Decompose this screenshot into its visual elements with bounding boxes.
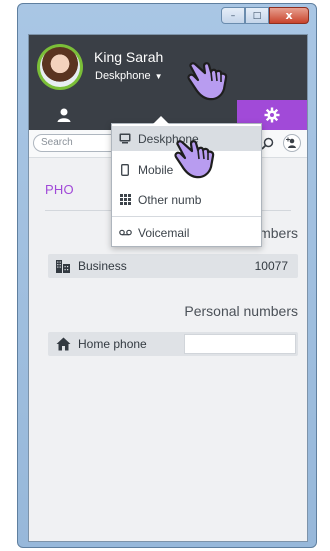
building-icon — [48, 259, 78, 273]
deskphone-icon — [112, 133, 138, 144]
page: – □ x King Sarah Deskphone ▼ Search PHO … — [0, 0, 330, 551]
status-label: Deskphone — [95, 70, 151, 82]
app-client-area: King Sarah Deskphone ▼ Search PHO number… — [28, 34, 308, 542]
home-phone-row: Home phone — [48, 332, 298, 356]
status-selector[interactable]: Deskphone ▼ — [95, 70, 163, 82]
business-number: 10077 — [254, 259, 288, 273]
user-name: King Sarah — [94, 49, 164, 65]
menu-item-voicemail[interactable]: Voicemail — [112, 220, 261, 245]
home-phone-label: Home phone — [78, 337, 147, 351]
business-label: Business — [78, 259, 127, 273]
dropdown-pointer — [153, 116, 169, 124]
chevron-down-icon: ▼ — [154, 72, 163, 81]
maximize-button[interactable]: □ — [245, 7, 269, 24]
personal-numbers-heading: Personal numbers — [184, 303, 298, 319]
home-phone-input[interactable] — [184, 334, 296, 354]
menu-item-label: Mobile — [138, 162, 174, 177]
keypad-icon — [112, 194, 138, 205]
user-header: King Sarah Deskphone ▼ — [29, 35, 307, 100]
minimize-button[interactable]: – — [221, 7, 245, 24]
avatar[interactable] — [37, 44, 83, 90]
add-contact-icon[interactable] — [283, 134, 301, 152]
close-button[interactable]: x — [269, 7, 309, 24]
person-icon — [57, 108, 71, 122]
business-number-row: Business 10077 — [48, 254, 298, 278]
menu-item-other-numbers[interactable]: Other numb — [112, 187, 261, 212]
pointing-hand-icon — [187, 62, 228, 101]
menu-item-label: Voicemail — [138, 225, 190, 240]
section-title: PHO — [45, 182, 74, 197]
mobile-icon — [112, 163, 138, 176]
window-frame: – □ x King Sarah Deskphone ▼ Search PHO … — [17, 3, 317, 548]
menu-item-label: Other numb — [138, 192, 202, 207]
menu-separator — [112, 216, 261, 217]
tab-contacts[interactable] — [29, 100, 99, 130]
voicemail-icon — [112, 229, 138, 236]
window-controls: – □ x — [221, 7, 309, 24]
avatar-photo — [40, 47, 80, 87]
gear-icon — [264, 107, 280, 123]
home-icon — [48, 337, 78, 351]
pointing-hand-icon-2 — [174, 140, 215, 179]
